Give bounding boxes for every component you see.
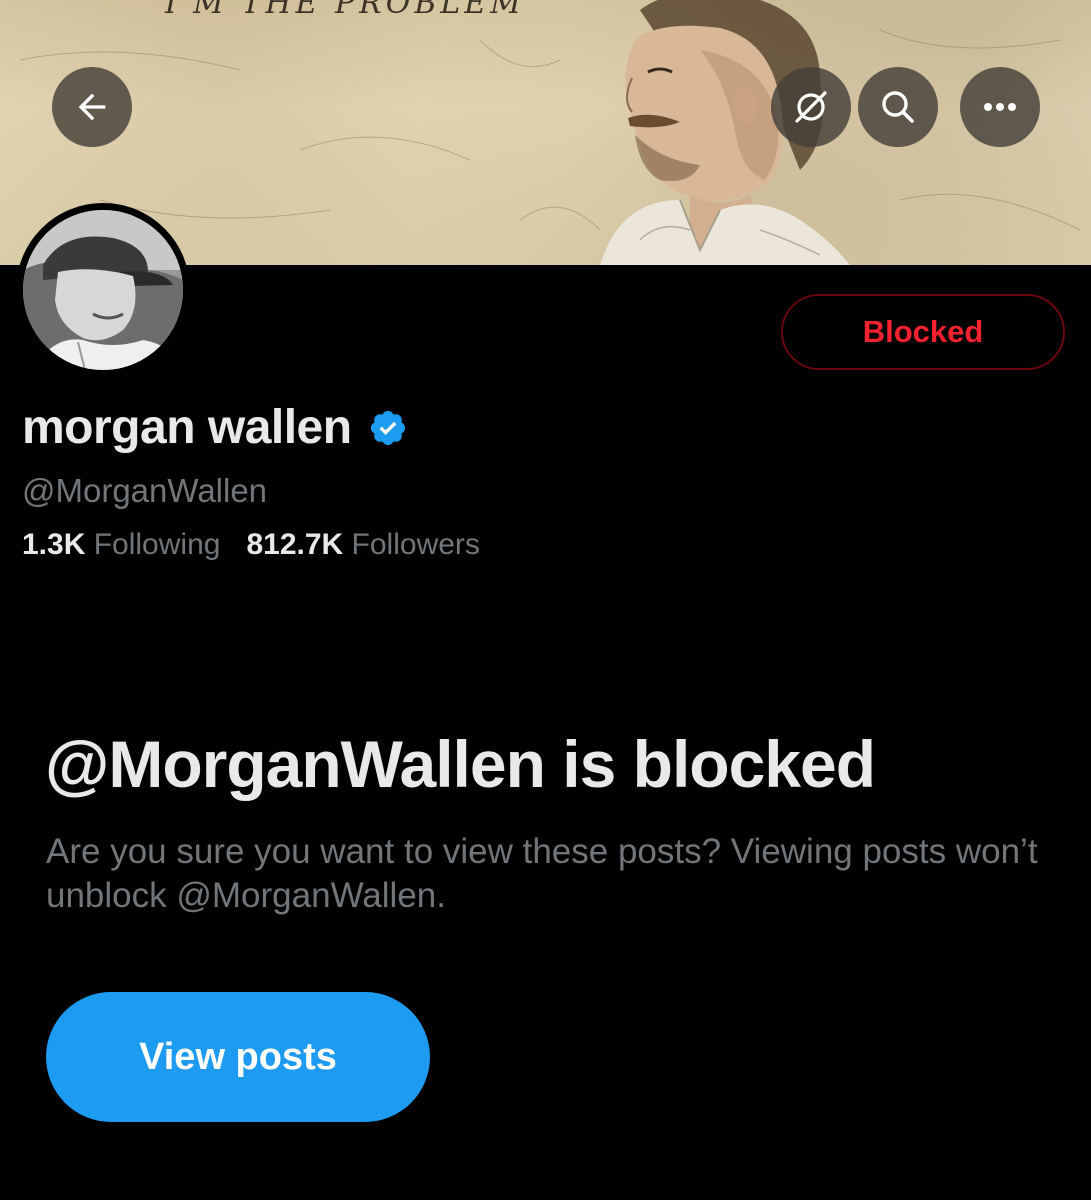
- blocked-button[interactable]: Blocked: [781, 294, 1065, 370]
- followers-count: 812.7K: [246, 528, 344, 561]
- search-button[interactable]: [858, 67, 938, 147]
- avatar-photo: [23, 210, 183, 370]
- grok-button[interactable]: [771, 67, 851, 147]
- following-label: Following: [93, 528, 221, 561]
- follow-stats: 1.3K Following 812.7K Followers: [22, 528, 480, 562]
- grok-icon: [795, 91, 827, 123]
- display-name-row: morgan wallen: [22, 400, 408, 455]
- more-horizontal-icon: [984, 103, 1016, 111]
- avatar[interactable]: [23, 210, 183, 370]
- avatar-border: [16, 203, 190, 377]
- view-posts-button[interactable]: View posts: [46, 992, 430, 1122]
- back-button[interactable]: [52, 67, 132, 147]
- followers-link[interactable]: 812.7K Followers: [246, 528, 479, 562]
- following-link[interactable]: 1.3K Following: [22, 528, 220, 562]
- blocked-notice-title: @MorganWallen is blocked: [45, 727, 876, 801]
- followers-label: Followers: [351, 528, 480, 561]
- more-options-button[interactable]: [960, 67, 1040, 147]
- search-icon: [882, 91, 914, 123]
- verified-badge-icon: [370, 410, 405, 445]
- following-count: 1.3K: [22, 528, 86, 561]
- profile-handle: @MorganWallen: [22, 472, 268, 509]
- arrow-left-icon: [78, 93, 106, 121]
- blocked-notice-description: Are you sure you want to view these post…: [46, 832, 1038, 915]
- display-name: morgan wallen: [22, 401, 352, 454]
